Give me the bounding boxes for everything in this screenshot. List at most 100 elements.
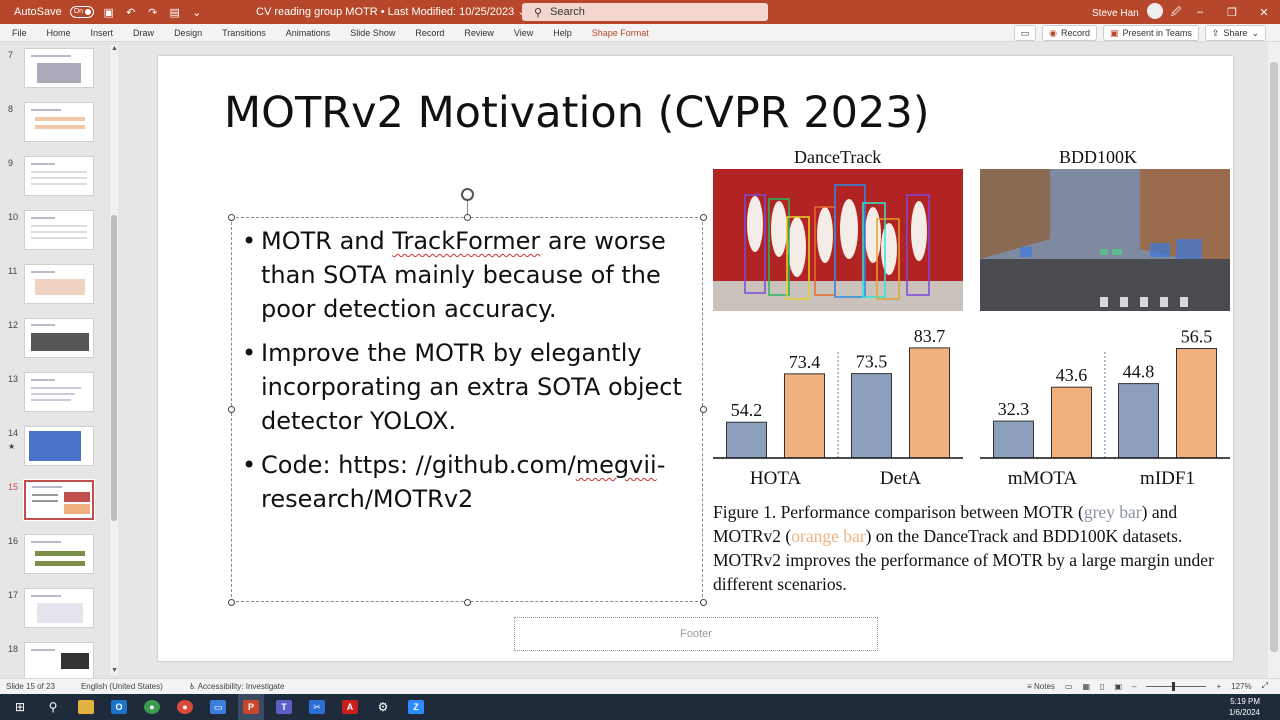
tab-transitions[interactable]: Transitions: [212, 28, 276, 38]
resize-handle[interactable]: [464, 599, 471, 606]
tab-slide-show[interactable]: Slide Show: [340, 28, 405, 38]
minimize-button[interactable]: –: [1184, 0, 1216, 24]
rotate-handle-icon[interactable]: [461, 188, 474, 201]
zoom-level[interactable]: 127%: [1231, 682, 1251, 691]
search-icon[interactable]: ⚲: [40, 694, 66, 720]
zoom-in-icon[interactable]: +: [1216, 682, 1221, 691]
notes-button[interactable]: ≡ Notes: [1027, 682, 1055, 691]
acrobat-icon[interactable]: A: [337, 694, 363, 720]
scrollbar-thumb[interactable]: [1270, 62, 1278, 652]
file-explorer-icon[interactable]: [73, 694, 99, 720]
thumbnail-slide-16[interactable]: 16: [0, 532, 110, 576]
chrome-profile-icon[interactable]: ●: [172, 694, 198, 720]
undo-icon[interactable]: ↶: [124, 5, 138, 19]
resize-handle[interactable]: [700, 599, 707, 606]
tab-draw[interactable]: Draw: [123, 28, 164, 38]
thumbnail-slide-12[interactable]: 12: [0, 316, 110, 360]
resize-handle[interactable]: [700, 406, 707, 413]
remote-desktop-icon[interactable]: ▭: [205, 694, 231, 720]
present-from-start-icon[interactable]: ▤: [168, 5, 182, 19]
share-button[interactable]: ⇪ Share ⌄: [1204, 25, 1266, 41]
thumbnail-slide-11[interactable]: 11: [0, 262, 110, 306]
bullet-textbox[interactable]: MOTR and TrackFormer are worse than SOTA…: [228, 188, 707, 606]
thumbnail-slide-8[interactable]: 8: [0, 100, 110, 144]
tab-insert[interactable]: Insert: [81, 28, 124, 38]
customize-toolbar-icon[interactable]: ⌄: [190, 5, 204, 19]
resize-handle[interactable]: [228, 214, 235, 221]
bullet-item[interactable]: Code: https: //github.com/megvii-researc…: [240, 448, 700, 516]
tab-review[interactable]: Review: [454, 28, 504, 38]
tab-view[interactable]: View: [504, 28, 543, 38]
search-icon: ⚲: [534, 6, 543, 19]
thumbnail-slide-14[interactable]: 14 ★: [0, 424, 110, 468]
resize-handle[interactable]: [464, 214, 471, 221]
close-button[interactable]: ✕: [1248, 0, 1280, 24]
user-account[interactable]: Steve Han 🖉: [1092, 2, 1182, 22]
thumbnail-slide-13[interactable]: 13: [0, 370, 110, 414]
teams-icon: ▣: [1109, 27, 1119, 38]
tab-record[interactable]: Record: [405, 28, 454, 38]
restore-button[interactable]: ❐: [1216, 0, 1248, 24]
scroll-up-icon[interactable]: ▲: [111, 45, 118, 52]
system-clock[interactable]: 5:19 PM 1/6/2024: [1229, 696, 1260, 718]
tab-home[interactable]: Home: [37, 28, 81, 38]
thumbnail-slide-9[interactable]: 9: [0, 154, 110, 198]
zoom-slider[interactable]: [1146, 681, 1207, 691]
save-icon[interactable]: ▣: [102, 5, 116, 19]
scroll-down-icon[interactable]: ▼: [111, 667, 118, 674]
thumbnail-slide-17[interactable]: 17: [0, 586, 110, 630]
tab-file[interactable]: File: [0, 28, 37, 38]
resize-handle[interactable]: [700, 214, 707, 221]
snipping-tool-icon[interactable]: ✂: [304, 694, 330, 720]
ribbon-display-icon[interactable]: 🖉: [1171, 5, 1182, 22]
normal-view-icon[interactable]: ▭: [1065, 682, 1073, 691]
slide-title[interactable]: MOTRv2 Motivation (CVPR 2023): [224, 88, 930, 138]
outlook-icon[interactable]: O: [106, 694, 132, 720]
tab-animations[interactable]: Animations: [276, 28, 341, 38]
reading-view-icon[interactable]: ▯: [1100, 682, 1104, 691]
footer-placeholder[interactable]: Footer: [514, 617, 878, 651]
slide-scrollbar[interactable]: [1268, 42, 1280, 678]
search-box[interactable]: ⚲ Search: [522, 3, 768, 21]
zoom-app-icon[interactable]: Z: [403, 694, 429, 720]
dancetrack-label: DanceTrack: [794, 147, 882, 167]
thumbnail-image-selected: [23, 479, 95, 521]
record-button[interactable]: ◉ Record: [1042, 25, 1097, 41]
accessibility-indicator[interactable]: ♿ Accessibility: Investigate: [183, 682, 285, 691]
resize-handle[interactable]: [228, 406, 235, 413]
resize-handle[interactable]: [228, 599, 235, 606]
slide[interactable]: MOTRv2 Motivation (CVPR 2023) MOTR and T…: [158, 56, 1233, 661]
fit-to-window-icon[interactable]: ⤢: [1262, 681, 1268, 691]
bullet-item[interactable]: Improve the MOTR by elegantly incorporat…: [240, 336, 700, 438]
autosave-toggle[interactable]: On: [69, 6, 94, 18]
thumbnail-slide-15[interactable]: 15: [0, 478, 110, 522]
slide-sorter-icon[interactable]: ▦: [1082, 682, 1090, 691]
thumbnail-image: [24, 48, 94, 88]
thumbnail-number: 18: [8, 644, 19, 654]
language-indicator[interactable]: English (United States): [75, 682, 163, 691]
scrollbar-thumb[interactable]: [111, 215, 117, 521]
thumbnail-number: 12: [8, 320, 19, 330]
tab-design[interactable]: Design: [164, 28, 212, 38]
powerpoint-icon[interactable]: P: [238, 694, 264, 720]
thumbnail-scrollbar[interactable]: ▲ ▼: [110, 45, 118, 675]
slide-show-icon[interactable]: ▣: [1114, 682, 1122, 691]
settings-gear-icon[interactable]: ⚙: [370, 694, 396, 720]
ribbon-tabs: File Home Insert Draw Design Transitions…: [0, 24, 1280, 42]
data-label: 44.8: [1123, 362, 1155, 382]
windows-start-icon[interactable]: ⊞: [7, 694, 33, 720]
bullet-list: MOTR and TrackFormer are worse than SOTA…: [240, 224, 700, 526]
bullet-item[interactable]: MOTR and TrackFormer are worse than SOTA…: [240, 224, 700, 326]
present-in-teams-button[interactable]: ▣ Present in Teams: [1102, 25, 1199, 41]
avatar[interactable]: [1146, 2, 1163, 19]
comments-button[interactable]: ▭: [1013, 25, 1037, 41]
tab-help[interactable]: Help: [543, 28, 582, 38]
thumbnail-slide-10[interactable]: 10: [0, 208, 110, 252]
document-title[interactable]: CV reading group MOTR • Last Modified: 1…: [256, 5, 527, 18]
zoom-out-icon[interactable]: –: [1132, 682, 1136, 691]
tab-shape-format[interactable]: Shape Format: [582, 28, 659, 38]
thumbnail-slide-7[interactable]: 7: [0, 46, 110, 90]
redo-icon[interactable]: ↷: [146, 5, 160, 19]
chrome-icon[interactable]: ●: [139, 694, 165, 720]
teams-icon[interactable]: T: [271, 694, 297, 720]
